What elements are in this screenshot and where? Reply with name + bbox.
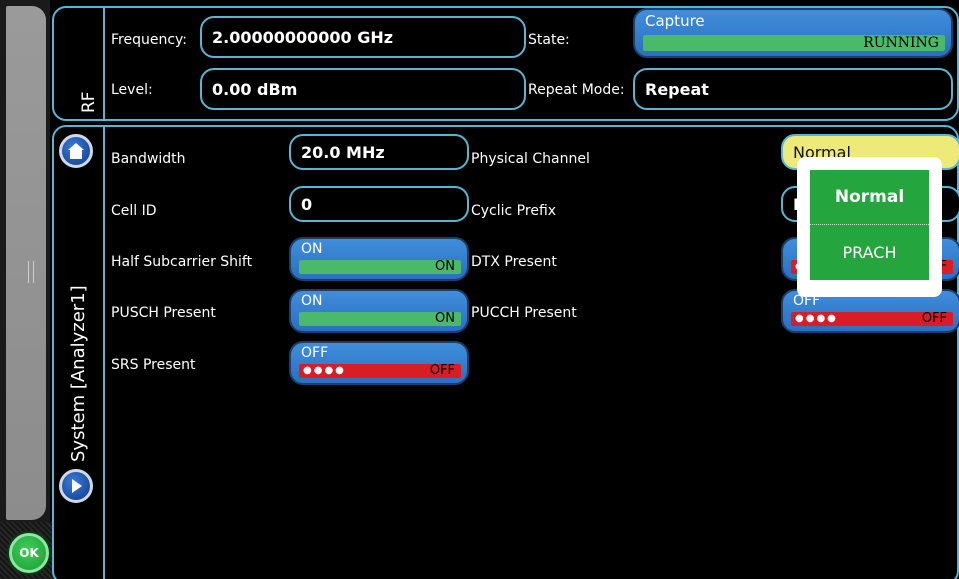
- bandwidth-field[interactable]: 20.0 MHz: [289, 134, 469, 170]
- toggle-state: ON: [301, 293, 323, 309]
- rf-tab-label: RF: [79, 91, 99, 113]
- level-field[interactable]: 0.00 dBm: [200, 68, 526, 110]
- half-subcarrier-shift-label: Half Subcarrier Shift: [111, 254, 253, 270]
- frequency-label: Frequency:: [111, 32, 188, 48]
- pucch-present-label: PUCCH Present: [471, 305, 577, 321]
- bandwidth-label: Bandwidth: [111, 151, 186, 167]
- dropdown-option-prach[interactable]: PRACH: [810, 225, 929, 280]
- state-status-bar: RUNNING: [643, 35, 945, 51]
- repeat-mode-label: Repeat Mode:: [528, 82, 625, 98]
- physical-channel-dropdown: Normal PRACH: [797, 157, 942, 297]
- side-drawer-handle[interactable]: [6, 6, 46, 520]
- toggle-bar: ●●●● OFF: [299, 364, 461, 378]
- off-dots-icon: ●●●●: [303, 365, 346, 376]
- toggle-bar-text: OFF: [921, 311, 947, 326]
- next-button[interactable]: [59, 469, 93, 503]
- cell-id-label: Cell ID: [111, 203, 157, 219]
- repeat-mode-field[interactable]: Repeat: [633, 68, 953, 110]
- state-value: Capture: [645, 12, 705, 30]
- toggle-bar: ●●●● OFF: [791, 312, 953, 326]
- half-subcarrier-shift-toggle[interactable]: ON ON: [289, 237, 469, 281]
- state-label: State:: [528, 32, 570, 48]
- toggle-bar-text: OFF: [429, 363, 455, 378]
- toggle-state: ON: [301, 241, 323, 257]
- play-arrow-icon: [72, 479, 82, 493]
- frequency-field[interactable]: 2.00000000000 GHz: [200, 16, 526, 58]
- dropdown-option-normal[interactable]: Normal: [810, 170, 929, 225]
- level-label: Level:: [111, 82, 153, 98]
- pusch-present-toggle[interactable]: ON ON: [289, 289, 469, 333]
- system-tab[interactable]: System [Analyzer1]: [54, 127, 105, 579]
- home-icon: [68, 143, 84, 159]
- state-capture-button[interactable]: Capture RUNNING: [633, 8, 953, 58]
- toggle-bar: ON: [299, 312, 461, 326]
- dtx-present-label: DTX Present: [471, 254, 557, 270]
- ok-button[interactable]: OK: [9, 533, 49, 573]
- physical-channel-label: Physical Channel: [471, 151, 590, 167]
- home-button[interactable]: [59, 134, 93, 168]
- cell-id-field[interactable]: 0: [289, 186, 469, 222]
- off-dots-icon: ●●●●: [795, 313, 838, 324]
- pusch-present-label: PUSCH Present: [111, 305, 216, 321]
- drawer-grip-icon: [28, 261, 34, 283]
- toggle-state: OFF: [301, 345, 329, 361]
- rf-tab[interactable]: RF: [54, 8, 105, 119]
- toggle-bar: ON: [299, 260, 461, 274]
- srs-present-label: SRS Present: [111, 357, 196, 373]
- cyclic-prefix-label: Cyclic Prefix: [471, 203, 557, 219]
- srs-present-toggle[interactable]: OFF ●●●● OFF: [289, 341, 469, 385]
- left-rail: [0, 0, 50, 579]
- system-tab-label: System [Analyzer1]: [68, 285, 89, 462]
